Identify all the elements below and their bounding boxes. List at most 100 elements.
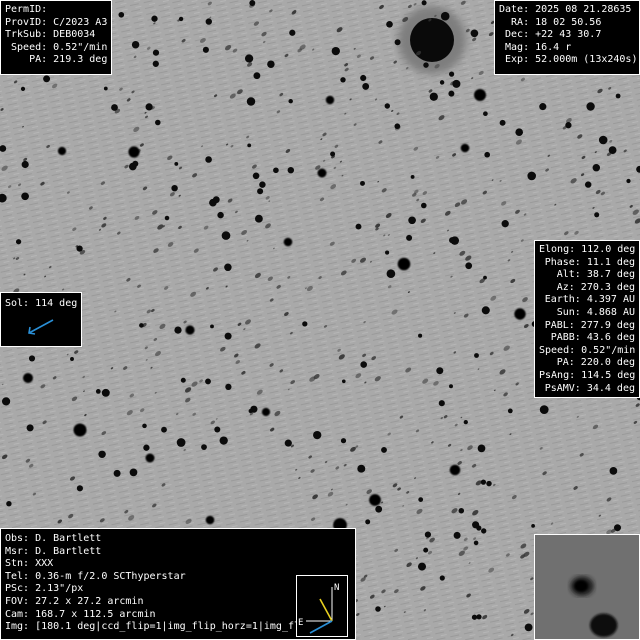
star xyxy=(129,468,138,477)
star xyxy=(386,20,393,28)
star xyxy=(501,220,509,228)
sun-direction-panel: Sol: 114 deg xyxy=(0,292,82,347)
star xyxy=(259,181,266,188)
info-line-phase: Phase: 11.1 deg xyxy=(544,256,635,268)
star xyxy=(355,223,362,230)
info-line-msr: Msr: D. Bartlett xyxy=(5,545,102,557)
star xyxy=(219,436,228,445)
star xyxy=(284,439,292,447)
star xyxy=(626,178,631,184)
observation-info-panel: Date: 2025 08 21.28635 RA: 18 02 50.56 D… xyxy=(494,0,640,75)
star xyxy=(360,180,365,186)
star xyxy=(151,15,158,22)
star xyxy=(330,151,336,157)
star xyxy=(161,426,167,433)
star xyxy=(176,438,186,447)
star xyxy=(171,184,178,192)
star xyxy=(145,103,153,111)
bright-star xyxy=(283,237,293,247)
star xyxy=(480,479,487,485)
geometry-info-panel: Elong: 112.0 deg Phase: 11.1 deg Alt: 38… xyxy=(534,240,640,398)
star xyxy=(539,405,549,414)
star xyxy=(313,430,322,440)
star xyxy=(486,480,492,487)
star xyxy=(15,239,22,245)
star xyxy=(418,497,424,502)
star xyxy=(609,467,618,475)
star xyxy=(70,357,74,361)
info-line-psamv: PsAMV: 34.4 deg xyxy=(544,382,635,394)
info-line-elong: Elong: 112.0 deg xyxy=(539,244,636,255)
bright-star xyxy=(325,95,335,105)
info-line-pa2: PA: 220.0 deg xyxy=(556,357,635,369)
star xyxy=(365,519,371,525)
star xyxy=(1,397,11,406)
star xyxy=(143,444,150,451)
bright-star xyxy=(57,146,67,156)
star xyxy=(483,275,487,280)
star xyxy=(448,90,455,97)
star xyxy=(214,426,221,433)
star xyxy=(21,160,29,169)
bright-star xyxy=(449,464,461,476)
bright-star xyxy=(460,143,470,153)
bright-star xyxy=(397,257,411,271)
star xyxy=(217,211,224,219)
star xyxy=(254,214,263,223)
star xyxy=(139,323,144,328)
star xyxy=(410,174,415,179)
star xyxy=(394,123,401,130)
info-line-speed2: Speed: 0.52"/min xyxy=(539,344,636,356)
star xyxy=(98,450,106,459)
star xyxy=(212,196,220,204)
info-line-mag: Mag: 16.4 r xyxy=(499,41,572,53)
star xyxy=(362,82,370,90)
star xyxy=(417,562,427,571)
star xyxy=(418,333,423,338)
info-line-provid: ProvID: C/2023 A3 xyxy=(5,16,108,28)
compass-east-label: E xyxy=(298,618,303,628)
info-line-dec: Dec: +22 43 30.7 xyxy=(499,29,602,41)
star xyxy=(331,46,340,56)
star xyxy=(205,378,211,385)
star xyxy=(21,192,29,201)
star xyxy=(476,614,482,620)
star xyxy=(174,161,179,166)
bright-star xyxy=(73,423,87,437)
star xyxy=(452,79,461,88)
star xyxy=(381,446,387,453)
star xyxy=(465,262,473,270)
star xyxy=(440,11,450,21)
info-line-psang: PsAng: 114.5 deg xyxy=(539,369,636,381)
star xyxy=(515,128,524,137)
sol-label: Sol: 114 deg xyxy=(5,298,78,309)
star xyxy=(438,400,445,407)
star xyxy=(453,531,461,539)
bright-star xyxy=(474,89,486,101)
info-line-stn: Stn: XXX xyxy=(5,558,54,570)
bright-star xyxy=(514,308,526,320)
star xyxy=(357,464,366,473)
star xyxy=(499,119,506,126)
star xyxy=(76,245,83,252)
target-thumbnail xyxy=(534,534,640,640)
object-info-panel: PermID: ProvID: C/2023 A3 TrkSub: DEB003… xyxy=(0,0,112,75)
info-line-earth: Earth: 4.397 AU xyxy=(544,294,635,306)
star xyxy=(473,540,479,546)
star xyxy=(449,384,453,389)
star xyxy=(375,505,383,513)
star xyxy=(20,86,26,92)
star xyxy=(225,383,232,391)
star xyxy=(483,111,488,117)
star xyxy=(210,324,214,329)
star xyxy=(103,86,108,91)
info-line-sun: Sun: 4.868 AU xyxy=(556,306,635,318)
star xyxy=(267,60,275,68)
star xyxy=(375,606,381,612)
star xyxy=(421,202,427,209)
star xyxy=(244,54,254,63)
star xyxy=(152,60,159,67)
star xyxy=(253,72,261,80)
info-line-alt: Alt: 38.7 deg xyxy=(556,269,635,281)
star xyxy=(592,163,601,172)
